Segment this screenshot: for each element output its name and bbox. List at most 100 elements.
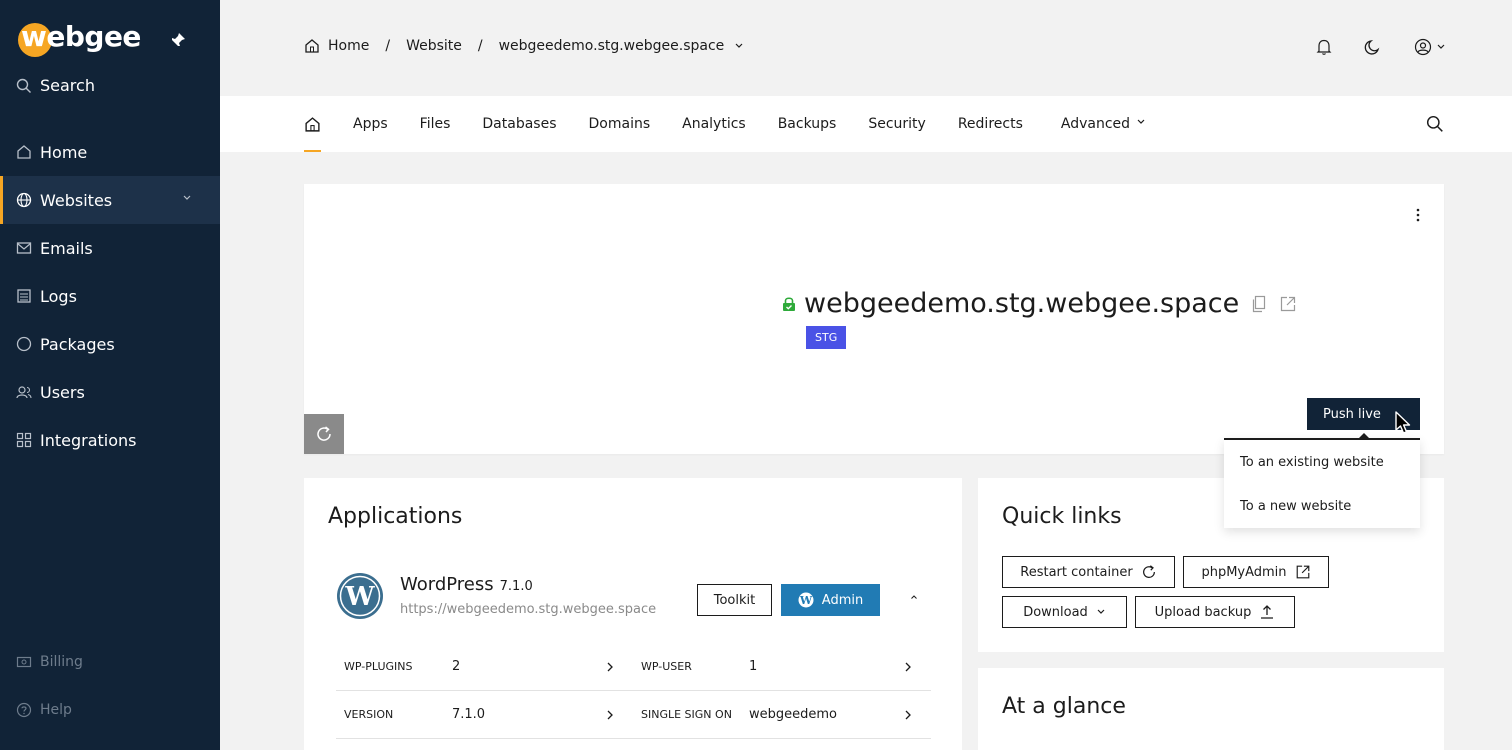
svg-text:W: W	[344, 582, 375, 612]
sidebar-item-home[interactable]: Home	[0, 128, 220, 176]
tab-files[interactable]: Files	[420, 96, 451, 152]
quick-links-title: Quick links	[1002, 504, 1122, 529]
restart-container-button[interactable]: Restart container	[1002, 556, 1175, 588]
billing-icon	[16, 654, 32, 670]
tab-home[interactable]	[304, 96, 321, 152]
sidebar-search-label: Search	[40, 76, 95, 95]
breadcrumb-website[interactable]: Website	[406, 38, 462, 54]
external-link-icon	[1295, 564, 1311, 580]
info-value: 2	[452, 659, 461, 674]
refresh-icon	[1141, 564, 1157, 580]
logs-icon	[16, 288, 32, 304]
tab-apps[interactable]: Apps	[353, 96, 388, 152]
sidebar-item-packages[interactable]: Packages	[0, 320, 220, 368]
website-hero-card: webgeedemo.stg.webgee.space STG Push liv…	[304, 184, 1444, 454]
tab-advanced[interactable]: Advanced	[1061, 96, 1146, 152]
svg-text:W: W	[799, 594, 813, 607]
sidebar-item-billing[interactable]: Billing	[0, 638, 220, 686]
home-icon	[16, 144, 32, 160]
top-icons	[1316, 38, 1446, 56]
sidebar-item-logs[interactable]: Logs	[0, 272, 220, 320]
breadcrumb: Home / Website / webgeedemo.stg.webgee.s…	[304, 38, 744, 54]
push-live-dropdown: To an existing website To a new website	[1224, 433, 1420, 528]
push-to-new-option[interactable]: To a new website	[1224, 484, 1420, 528]
applications-title: Applications	[328, 504, 463, 529]
users-icon	[16, 384, 32, 400]
sidebar-item-label: Billing	[40, 654, 83, 670]
packages-icon	[16, 336, 32, 352]
breadcrumb-home[interactable]: Home	[328, 38, 369, 54]
app-url[interactable]: https://webgeedemo.stg.webgee.space	[400, 602, 656, 617]
sidebar-search[interactable]: Search	[16, 76, 95, 95]
phpmyadmin-button[interactable]: phpMyAdmin	[1183, 556, 1329, 588]
mail-icon	[16, 240, 32, 256]
breadcrumb-current[interactable]: webgeedemo.stg.webgee.space	[499, 38, 725, 54]
wordpress-icon: W	[798, 592, 814, 608]
wordpress-logo-icon: W	[336, 572, 384, 620]
sidebar-item-users[interactable]: Users	[0, 368, 220, 416]
upload-icon	[1259, 604, 1275, 620]
info-row: WP-PLUGINS 2 WP-USER 1	[336, 643, 931, 691]
at-a-glance-title: At a glance	[1002, 694, 1126, 719]
info-value: webgeedemo	[749, 707, 837, 722]
sidebar: webgee Search Home Websites Emails Logs …	[0, 0, 220, 750]
hero-title-row: webgeedemo.stg.webgee.space	[782, 288, 1297, 319]
info-value: 1	[749, 659, 758, 674]
tab-security[interactable]: Security	[868, 96, 926, 152]
info-row: VERSION 7.1.0 SINGLE SIGN ON webgeedemo	[336, 691, 931, 739]
sidebar-item-integrations[interactable]: Integrations	[0, 416, 220, 464]
moon-icon[interactable]	[1364, 38, 1382, 56]
chevron-right-icon[interactable]	[904, 661, 912, 673]
sidebar-item-label: Logs	[40, 286, 77, 306]
chevron-down-icon	[182, 194, 192, 202]
toolkit-button[interactable]: Toolkit	[697, 584, 772, 616]
tabbar: Apps Files Databases Domains Analytics B…	[220, 96, 1512, 152]
info-label: SINGLE SIGN ON	[641, 708, 732, 721]
mouse-cursor-icon	[1394, 410, 1414, 436]
chevron-right-icon[interactable]	[606, 709, 614, 721]
chevron-down-icon	[1096, 608, 1106, 616]
external-link-icon[interactable]	[1279, 295, 1297, 313]
tab-databases[interactable]: Databases	[482, 96, 556, 152]
sidebar-item-emails[interactable]: Emails	[0, 224, 220, 272]
breadcrumb-separator: /	[477, 38, 483, 54]
website-domain-title: webgeedemo.stg.webgee.space	[804, 288, 1240, 319]
chevron-up-icon[interactable]	[910, 594, 918, 600]
copy-icon[interactable]	[1251, 295, 1267, 313]
app-name-label: WordPress	[400, 574, 494, 595]
webgee-logo[interactable]: webgee	[18, 20, 141, 57]
chevron-right-icon[interactable]	[606, 661, 614, 673]
admin-label: Admin	[821, 592, 864, 608]
chevron-down-icon	[1136, 118, 1146, 126]
upload-backup-button[interactable]: Upload backup	[1135, 596, 1295, 628]
tab-domains[interactable]: Domains	[589, 96, 651, 152]
sidebar-item-label: Integrations	[40, 430, 137, 450]
download-label: Download	[1023, 604, 1088, 620]
sidebar-item-websites[interactable]: Websites	[0, 176, 220, 224]
env-badge: STG	[806, 326, 847, 349]
toolkit-label: Toolkit	[713, 592, 756, 608]
help-icon	[16, 702, 32, 718]
download-button[interactable]: Download	[1002, 596, 1127, 628]
at-a-glance-card: At a glance	[978, 668, 1444, 750]
phpmyadmin-label: phpMyAdmin	[1201, 564, 1287, 580]
restart-label: Restart container	[1020, 564, 1133, 580]
tab-redirects[interactable]: Redirects	[958, 96, 1023, 152]
chevron-down-icon[interactable]	[734, 42, 744, 50]
search-icon[interactable]	[1426, 115, 1444, 133]
chevron-right-icon[interactable]	[904, 709, 912, 721]
sidebar-item-label: Packages	[40, 334, 115, 354]
sidebar-item-help[interactable]: Help	[0, 686, 220, 734]
home-icon[interactable]	[304, 38, 320, 54]
admin-button[interactable]: W Admin	[781, 584, 880, 616]
user-account-icon[interactable]	[1414, 38, 1446, 56]
info-label: WP-PLUGINS	[344, 660, 413, 673]
refresh-button[interactable]	[304, 414, 344, 454]
sidebar-item-label: Users	[40, 382, 85, 402]
pin-icon[interactable]	[170, 32, 186, 48]
push-to-existing-option[interactable]: To an existing website	[1224, 440, 1420, 484]
tab-analytics[interactable]: Analytics	[682, 96, 746, 152]
tab-backups[interactable]: Backups	[778, 96, 837, 152]
more-options-icon[interactable]	[1416, 208, 1420, 222]
bell-icon[interactable]	[1316, 38, 1332, 56]
